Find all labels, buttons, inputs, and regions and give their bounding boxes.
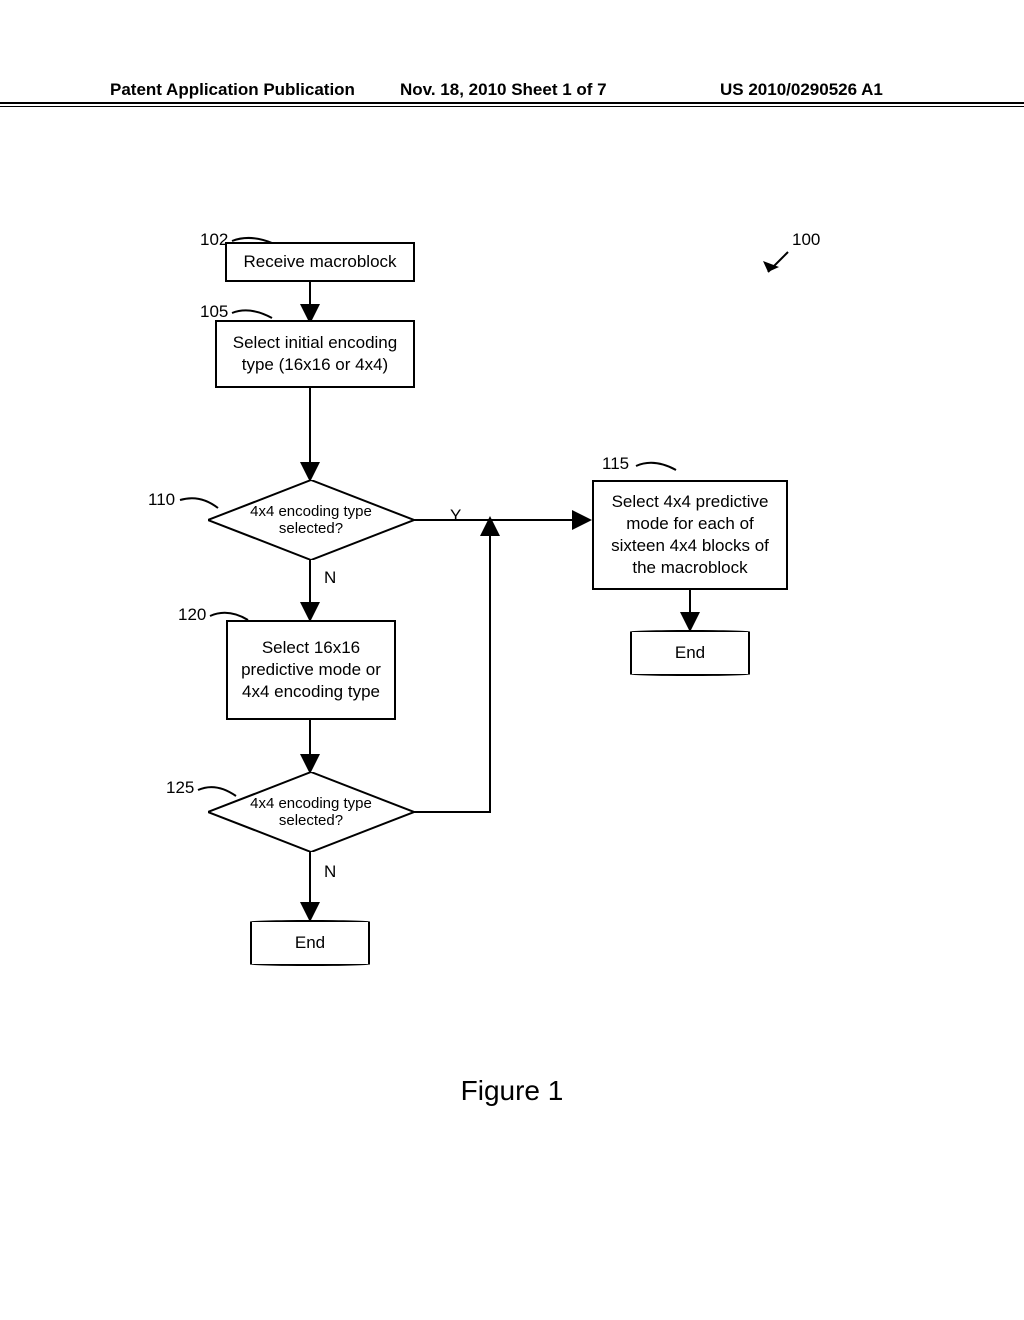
decision-125-text: 4x4 encoding type selected? <box>250 795 372 830</box>
decision-110-text: 4x4 encoding type selected? <box>250 503 372 538</box>
step-115-select-4x4-predictive: Select 4x4 predictive mode for each of s… <box>592 480 788 590</box>
ref-115: 115 <box>602 454 629 474</box>
step-115-text: Select 4x4 predictive mode for each of s… <box>611 491 769 579</box>
decision-125-4x4-selected: 4x4 encoding type selected? <box>208 772 414 852</box>
end-left: End <box>250 920 370 966</box>
header-center: Nov. 18, 2010 Sheet 1 of 7 <box>400 80 607 100</box>
step-120-text: Select 16x16 predictive mode or 4x4 enco… <box>241 637 381 703</box>
header-right: US 2010/0290526 A1 <box>720 80 883 100</box>
step-105-select-initial-encoding: Select initial encoding type (16x16 or 4… <box>215 320 415 388</box>
ref-125: 125 <box>166 778 194 798</box>
step-102-receive-macroblock: Receive macroblock <box>225 242 415 282</box>
step-105-text: Select initial encoding type (16x16 or 4… <box>233 332 397 376</box>
end-left-text: End <box>295 933 325 953</box>
figure-caption: Figure 1 <box>0 1075 1024 1107</box>
header-rule-thin <box>0 106 1024 107</box>
flowchart-100: 102 105 110 120 125 115 100 Receive macr… <box>0 190 1024 1140</box>
header-rule-thick <box>0 102 1024 104</box>
end-right: End <box>630 630 750 676</box>
step-102-text: Receive macroblock <box>243 251 396 273</box>
step-120-select-16x16-or-4x4: Select 16x16 predictive mode or 4x4 enco… <box>226 620 396 720</box>
connector-lines <box>0 190 1024 1140</box>
header-left: Patent Application Publication <box>110 80 355 100</box>
branch-110-yes: Y <box>450 506 461 526</box>
ref-110: 110 <box>148 490 175 510</box>
ref-100: 100 <box>792 230 820 250</box>
branch-110-no: N <box>324 568 336 588</box>
ref-105: 105 <box>200 302 228 322</box>
end-right-text: End <box>675 643 705 663</box>
branch-125-no: N <box>324 862 336 882</box>
decision-110-4x4-selected: 4x4 encoding type selected? <box>208 480 414 560</box>
ref-120: 120 <box>178 605 206 625</box>
